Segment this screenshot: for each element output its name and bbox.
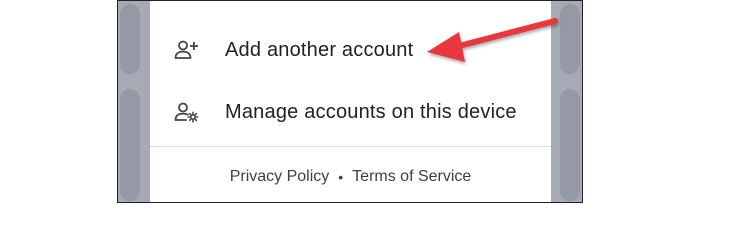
footer-links: Privacy Policy • Terms of Service [150,165,551,189]
privacy-policy-link[interactable]: Privacy Policy [230,168,330,186]
background-card [560,89,580,201]
terms-of-service-link[interactable]: Terms of Service [352,168,471,186]
background-card [120,89,140,201]
manage-accounts-label: Manage accounts on this device [225,100,517,123]
background-card [120,4,140,74]
add-another-account-label: Add another account [225,38,414,61]
annotation-arrow-icon [427,18,558,62]
manage-accounts-item[interactable]: Manage accounts on this device [150,89,551,135]
manage-accounts-icon [172,97,202,127]
footer-separator: • [338,169,344,185]
divider [150,146,551,147]
person-add-icon [172,35,202,65]
